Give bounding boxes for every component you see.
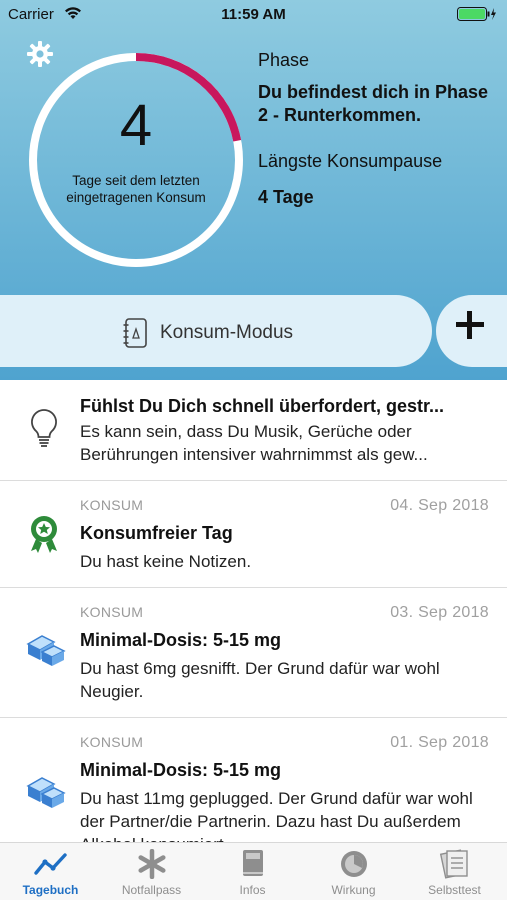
tab-label: Infos: [239, 883, 266, 897]
entry-body: Du hast 6mg gesnifft. Der Grund dafür wa…: [80, 659, 440, 701]
tab-infos[interactable]: Infos: [202, 843, 303, 900]
entry-body: Du hast keine Notizen.: [80, 552, 252, 571]
chart-line-icon: [34, 853, 67, 875]
plus-icon: [456, 311, 484, 339]
gauge-icon: [341, 851, 367, 877]
status-bar: Carrier 11:59 AM: [0, 0, 507, 28]
asterisk-icon: [138, 849, 166, 879]
tab-label: Selbsttest: [428, 883, 481, 897]
tip-card[interactable]: Fühlst Du Dich schnell überfordert, gest…: [0, 380, 507, 481]
phase-panel: Phase Du befindest dich in Phase 2 - Run…: [258, 50, 498, 209]
tip-body: Es kann sein, dass Du Musik, Gerüche ode…: [80, 422, 428, 464]
battery-icon: [457, 7, 496, 21]
tab-wirkung[interactable]: Wirkung: [303, 843, 404, 900]
checklist-icon: [439, 849, 468, 879]
tab-notfallpass[interactable]: Notfallpass: [101, 843, 202, 900]
entry-date: 03. Sep 2018: [390, 604, 489, 621]
tab-tagebuch[interactable]: Tagebuch: [0, 843, 101, 900]
entry-category: KONSUM: [80, 604, 144, 620]
entry-body: Du hast 11mg geplugged. Der Grund dafür …: [80, 789, 473, 842]
phase-value: Du befindest dich in Phase 2 - Runterkom…: [258, 82, 489, 125]
entry-category: KONSUM: [80, 497, 144, 513]
tab-bar: Tagebuch Notfallpass Infos Wirkung Selbs…: [0, 842, 507, 900]
diary-entry[interactable]: KONSUM 03. Sep 2018 Minimal-Dosis: 5-15 …: [0, 588, 507, 718]
diary-feed[interactable]: Fühlst Du Dich schnell überfordert, gest…: [0, 380, 507, 842]
consumption-mode-button[interactable]: Konsum-Modus: [0, 295, 432, 367]
pause-label: Längste Konsumpause: [258, 151, 443, 171]
add-entry-button[interactable]: [436, 295, 507, 367]
diary-entry[interactable]: KONSUM 04. Sep 2018 Konsumfreier Tag Du …: [0, 481, 507, 588]
tab-selbsttest[interactable]: Selbsttest: [404, 843, 505, 900]
entry-title: Minimal-Dosis: 5-15 mg: [80, 630, 282, 650]
consumption-mode-label: Konsum-Modus: [160, 322, 294, 343]
entry-category: KONSUM: [80, 734, 144, 750]
tab-label: Notfallpass: [121, 883, 182, 897]
entry-date: 04. Sep 2018: [390, 497, 489, 514]
tab-label: Wirkung: [331, 883, 376, 897]
days-counter-ring: 4 Tage seit dem letzten eingetragenen Ko…: [26, 50, 246, 270]
lightbulb-icon: [31, 409, 57, 447]
phase-label: Phase: [258, 50, 310, 70]
tab-label: Tagebuch: [22, 883, 79, 897]
book-icon: [243, 850, 263, 876]
pause-value: 4 Tage: [258, 187, 314, 207]
progress-ring: [29, 53, 243, 267]
notebook-icon: [123, 318, 147, 348]
days-caption: Tage seit dem letzten eingetragenen Kons…: [66, 173, 206, 205]
award-badge-icon: [31, 516, 57, 553]
tip-title: Fühlst Du Dich schnell überfordert, gest…: [80, 396, 445, 416]
diary-entry[interactable]: KONSUM 01. Sep 2018 Minimal-Dosis: 5-15 …: [0, 718, 507, 842]
days-count: 4: [119, 93, 153, 158]
entry-date: 01. Sep 2018: [390, 734, 489, 751]
blocks-icon: [26, 777, 66, 808]
entry-title: Konsumfreier Tag: [80, 523, 233, 543]
clock: 11:59 AM: [221, 6, 286, 23]
entry-title: Minimal-Dosis: 5-15 mg: [80, 760, 282, 780]
blocks-icon: [26, 635, 66, 666]
